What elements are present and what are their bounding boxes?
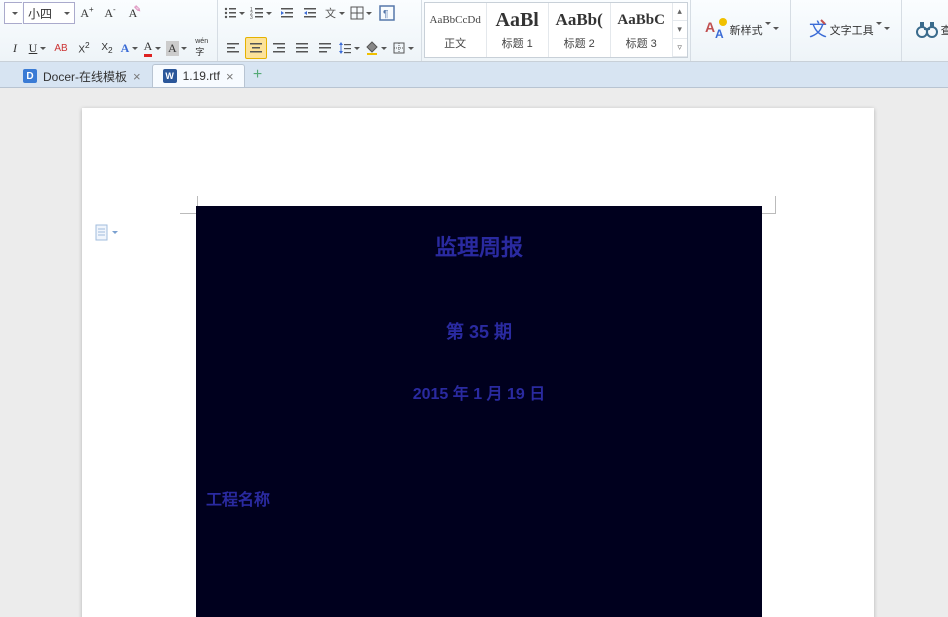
- svg-text:文: 文: [325, 6, 336, 20]
- subscript-button[interactable]: X2: [96, 37, 118, 59]
- font-name-combo[interactable]: [4, 2, 22, 24]
- svg-text:A: A: [715, 27, 724, 41]
- text-tool-label: 文字工具: [830, 25, 874, 37]
- shading-button[interactable]: [364, 37, 390, 59]
- text-tool-button[interactable]: 文 文字工具: [795, 2, 897, 58]
- style-label: 正文: [425, 35, 486, 51]
- text-tool-icon: 文: [802, 15, 830, 43]
- italic-button[interactable]: I: [4, 37, 26, 59]
- styles-group: AaBbCcDd正文AaBl标题 1AaBb(标题 2AaBbC标题 3 ▴ ▾…: [422, 0, 691, 61]
- style-label: 标题 1: [487, 35, 548, 51]
- tab-docer-label: Docer-在线模板: [43, 68, 127, 85]
- style-item-3[interactable]: AaBbC标题 3: [611, 3, 673, 57]
- style-preview: AaBb(: [549, 5, 610, 35]
- style-preview: AaBl: [487, 5, 548, 35]
- new-style-icon: AA: [702, 15, 730, 43]
- clear-format-button[interactable]: A✎: [122, 2, 144, 24]
- style-preview: AaBbCcDd: [425, 5, 486, 35]
- docer-icon: D: [23, 69, 37, 83]
- chevron-down-icon: [112, 231, 118, 237]
- font-color-button[interactable]: A: [142, 37, 164, 59]
- text-direction-button[interactable]: 文: [322, 2, 348, 24]
- grow-font-button[interactable]: A+: [76, 2, 98, 24]
- styles-gallery: AaBbCcDd正文AaBl标题 1AaBb(标题 2AaBbC标题 3 ▴ ▾…: [424, 2, 688, 58]
- style-item-1[interactable]: AaBl标题 1: [487, 3, 549, 57]
- styles-expand[interactable]: ▿: [673, 39, 687, 57]
- font-size-value: 小四: [28, 5, 52, 22]
- find-replace-button[interactable]: 查找替换: [906, 2, 948, 58]
- tab-document-1-close[interactable]: ×: [226, 69, 234, 84]
- find-replace-label: 查找替换: [941, 25, 948, 37]
- styles-gallery-scroll: ▴ ▾ ▿: [673, 3, 687, 57]
- shrink-font-button[interactable]: A-: [99, 2, 121, 24]
- phonetic-guide-button[interactable]: wén字: [191, 37, 213, 59]
- page-icon: [94, 224, 110, 242]
- underline-button[interactable]: U: [27, 37, 49, 59]
- tab-document-1-label: 1.19.rtf: [183, 69, 220, 83]
- strikethrough-button[interactable]: AB: [50, 37, 72, 59]
- font-group: 小四 A+ A- A✎ I U AB X2 X2 A A A wén字: [0, 0, 218, 61]
- style-label: 标题 2: [549, 35, 610, 51]
- alignment-grid-button[interactable]: [349, 2, 375, 24]
- borders-button[interactable]: [391, 37, 417, 59]
- tab-document-1[interactable]: W 1.19.rtf ×: [152, 64, 245, 87]
- text-effects-button[interactable]: A: [119, 37, 141, 59]
- find-replace-group: 查找替换: [902, 0, 948, 61]
- svg-text:A: A: [705, 19, 715, 35]
- document-tabstrip: D Docer-在线模板 × W 1.19.rtf × +: [0, 62, 948, 88]
- workspace[interactable]: 监理周报 第 35 期 2015 年 1 月 19 日 工程名称: [0, 88, 948, 617]
- align-distribute-button[interactable]: [314, 37, 336, 59]
- align-center-button[interactable]: [245, 37, 267, 59]
- tab-docer-close[interactable]: ×: [133, 69, 141, 84]
- new-style-button[interactable]: AA 新样式: [695, 2, 786, 58]
- align-justify-button[interactable]: [291, 37, 313, 59]
- svg-text:¶: ¶: [383, 9, 388, 20]
- document-content[interactable]: 监理周报 第 35 期 2015 年 1 月 19 日 工程名称: [196, 206, 762, 617]
- style-label: 标题 3: [611, 35, 672, 51]
- word-file-icon: W: [163, 69, 177, 83]
- style-item-2[interactable]: AaBb(标题 2: [549, 3, 611, 57]
- styles-scroll-down[interactable]: ▾: [673, 21, 687, 39]
- show-marks-button[interactable]: ¶: [376, 2, 398, 24]
- paragraph-group: 123 文 ¶: [218, 0, 422, 61]
- page-1[interactable]: 监理周报 第 35 期 2015 年 1 月 19 日 工程名称: [82, 108, 874, 617]
- bullets-button[interactable]: [222, 2, 248, 24]
- increase-indent-button[interactable]: [299, 2, 321, 24]
- line-spacing-button[interactable]: [337, 37, 363, 59]
- styles-scroll-up[interactable]: ▴: [673, 3, 687, 21]
- style-item-0[interactable]: AaBbCcDd正文: [425, 3, 487, 57]
- doc-issue: 第 35 期: [196, 318, 762, 344]
- superscript-button[interactable]: X2: [73, 37, 95, 59]
- tab-docer-template[interactable]: D Docer-在线模板 ×: [12, 64, 152, 87]
- new-style-group: AA 新样式: [691, 0, 791, 61]
- new-tab-button[interactable]: +: [245, 62, 271, 87]
- ribbon: 小四 A+ A- A✎ I U AB X2 X2 A A A wén字 123 …: [0, 0, 948, 62]
- text-tool-group: 文 文字工具: [791, 0, 902, 61]
- style-preview: AaBbC: [611, 5, 672, 35]
- highlight-button[interactable]: A: [165, 37, 190, 59]
- doc-date: 2015 年 1 月 19 日: [196, 380, 762, 404]
- font-size-combo[interactable]: 小四: [23, 2, 75, 24]
- binoculars-icon: [913, 15, 941, 43]
- doc-section-label: 工程名称: [206, 486, 270, 510]
- align-right-button[interactable]: [268, 37, 290, 59]
- svg-text:3: 3: [250, 15, 253, 20]
- align-left-button[interactable]: [222, 37, 244, 59]
- numbering-button[interactable]: 123: [249, 2, 275, 24]
- decrease-indent-button[interactable]: [276, 2, 298, 24]
- insert-section-button[interactable]: [94, 224, 118, 242]
- new-style-label: 新样式: [730, 25, 763, 37]
- doc-title: 监理周报: [196, 230, 762, 262]
